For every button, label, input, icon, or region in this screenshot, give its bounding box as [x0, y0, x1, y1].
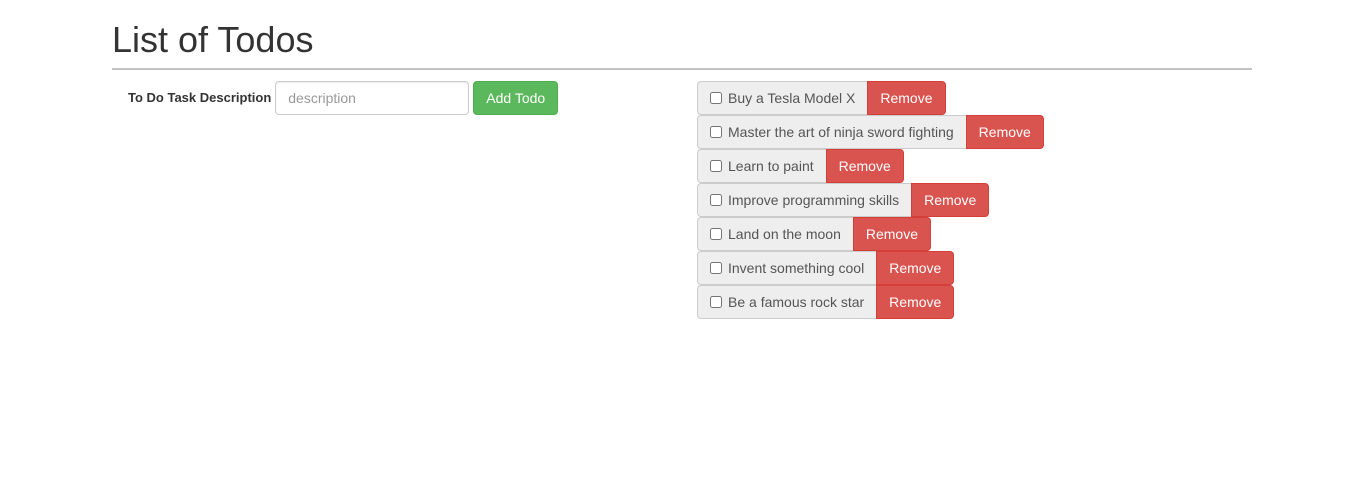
todo-text: Land on the moon	[728, 226, 841, 242]
todo-item: Buy a Tesla Model X Remove	[697, 81, 1044, 115]
todo-item: Be a famous rock star Remove	[697, 285, 1044, 319]
todo-item-label-container[interactable]: Be a famous rock star	[697, 285, 877, 319]
todo-item-label-container[interactable]: Land on the moon	[697, 217, 853, 251]
todo-app: List of Todos To Do Task Description Add…	[112, 0, 1252, 319]
todo-item: Improve programming skills Remove	[697, 183, 1044, 217]
todo-checkbox[interactable]	[710, 296, 722, 308]
add-todo-form: To Do Task Description Add Todo	[128, 81, 559, 115]
todo-checkbox[interactable]	[710, 262, 722, 274]
remove-button[interactable]: Remove	[876, 251, 955, 285]
todo-item-label-container[interactable]: Buy a Tesla Model X	[697, 81, 868, 115]
todo-checkbox[interactable]	[710, 126, 722, 138]
todo-item-label-container[interactable]: Learn to paint	[697, 149, 826, 183]
todo-item-label-container[interactable]: Master the art of ninja sword fighting	[697, 115, 966, 149]
remove-button[interactable]: Remove	[852, 217, 932, 251]
title-divider	[112, 68, 1252, 70]
todo-list: Buy a Tesla Model X Remove Master the ar…	[697, 81, 1044, 319]
remove-button[interactable]: Remove	[965, 115, 1044, 149]
todo-item: Learn to paint Remove	[697, 149, 1044, 183]
todo-text: Learn to paint	[728, 158, 814, 174]
page-title: List of Todos	[112, 19, 314, 60]
todo-checkbox[interactable]	[710, 228, 722, 240]
todo-text: Improve programming skills	[728, 192, 900, 208]
todo-item: Invent something cool Remove	[697, 251, 1044, 285]
todo-checkbox[interactable]	[710, 160, 722, 172]
description-label: To Do Task Description	[128, 89, 272, 105]
todo-text: Buy a Tesla Model X	[728, 90, 856, 106]
todo-checkbox[interactable]	[710, 194, 722, 206]
remove-button[interactable]: Remove	[876, 285, 955, 319]
todo-item: Land on the moon Remove	[697, 217, 1044, 251]
todo-text: Be a famous rock star	[728, 294, 865, 310]
todo-text: Master the art of ninja sword fighting	[728, 124, 954, 140]
todo-checkbox[interactable]	[710, 92, 722, 104]
description-input[interactable]	[275, 81, 470, 115]
remove-button[interactable]: Remove	[911, 183, 990, 217]
add-todo-button[interactable]: Add Todo	[473, 81, 559, 115]
remove-button[interactable]: Remove	[825, 149, 904, 183]
remove-button[interactable]: Remove	[867, 81, 946, 115]
todo-item-label-container[interactable]: Improve programming skills	[697, 183, 912, 217]
todo-item: Master the art of ninja sword fighting R…	[697, 115, 1044, 149]
todo-item-label-container[interactable]: Invent something cool	[697, 251, 877, 285]
todo-text: Invent something cool	[728, 260, 865, 276]
